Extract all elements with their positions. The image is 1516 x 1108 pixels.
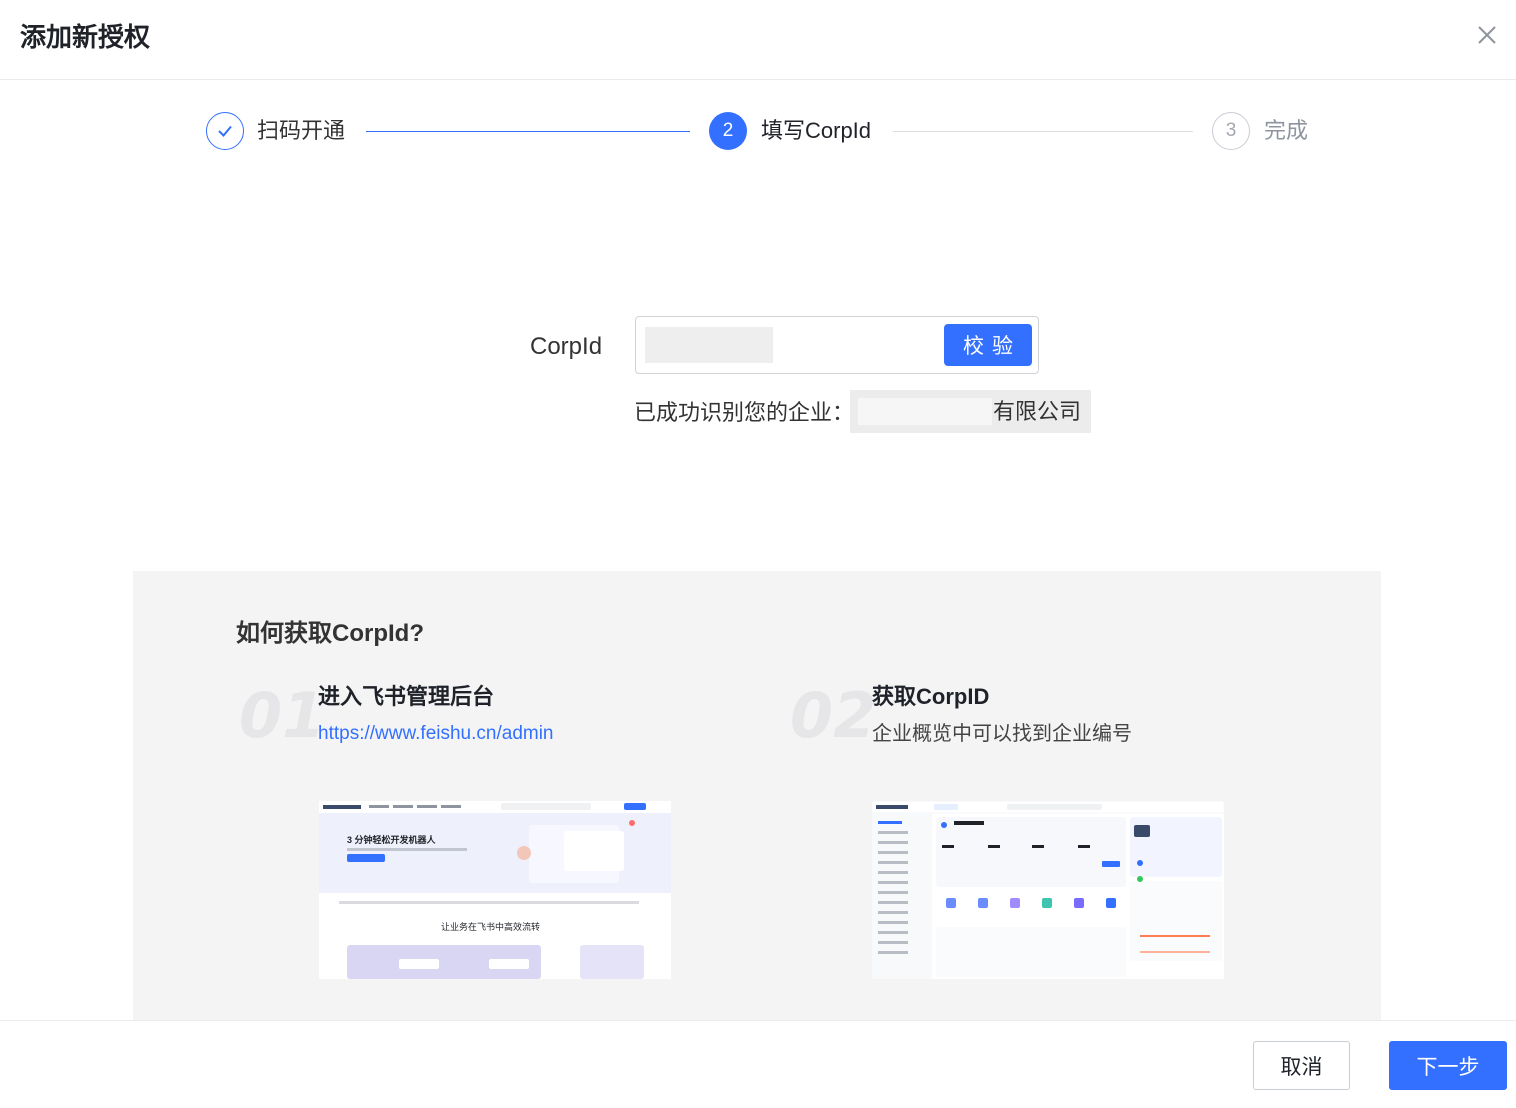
step-3-label: 完成 bbox=[1264, 118, 1309, 143]
help-title: 如何获取CorpId? bbox=[236, 620, 424, 647]
close-icon[interactable] bbox=[1472, 20, 1502, 50]
company-suffix: 有限公司 bbox=[992, 399, 1081, 424]
masked-company bbox=[858, 398, 992, 425]
cancel-button[interactable]: 取消 bbox=[1253, 1041, 1350, 1090]
help-step-2-title: 获取CorpID bbox=[872, 684, 990, 709]
step-2-number: 2 bbox=[709, 112, 747, 150]
help-step-2-number: 02 bbox=[790, 679, 877, 752]
step-done-check-icon bbox=[206, 112, 244, 150]
step-2-label: 填写CorpId bbox=[761, 118, 872, 143]
thumb-subhead: 让业务在飞书中高效流转 bbox=[441, 922, 541, 932]
success-text: 已成功识别您的企业： bbox=[634, 400, 855, 425]
stepper: 扫码开通 2 填写CorpId 3 完成 bbox=[0, 110, 1516, 154]
help-panel: 如何获取CorpId? 01 进入飞书管理后台 https://www.feis… bbox=[133, 571, 1381, 1021]
dialog-title: 添加新授权 bbox=[20, 22, 151, 52]
thumb-headline: 3 分钟轻松开发机器人 bbox=[347, 835, 436, 845]
step-connector-2 bbox=[893, 131, 1193, 132]
help-step-1-title: 进入飞书管理后台 bbox=[318, 684, 495, 709]
verify-button[interactable]: 校验 bbox=[944, 324, 1032, 366]
help-step-2-desc: 企业概览中可以找到企业编号 bbox=[872, 723, 1132, 745]
step-3-number: 3 bbox=[1212, 112, 1250, 150]
masked-value bbox=[645, 327, 773, 363]
help-step-1-number: 01 bbox=[239, 679, 326, 752]
company-name-box: 有限公司 bbox=[850, 390, 1091, 433]
admin-portal-screenshot: 3 分钟轻松开发机器人 让业务在飞书中高效流转 bbox=[319, 801, 671, 979]
corpid-label: CorpId bbox=[530, 333, 603, 360]
step-1-label: 扫码开通 bbox=[257, 118, 346, 143]
dialog-header: 添加新授权 bbox=[0, 0, 1516, 80]
dialog-footer: 取消 下一步 bbox=[0, 1020, 1516, 1108]
enterprise-overview-screenshot bbox=[872, 801, 1224, 979]
step-connector-1 bbox=[366, 131, 690, 132]
next-step-button[interactable]: 下一步 bbox=[1389, 1041, 1507, 1090]
admin-link[interactable]: https://www.feishu.cn/admin bbox=[318, 720, 554, 748]
